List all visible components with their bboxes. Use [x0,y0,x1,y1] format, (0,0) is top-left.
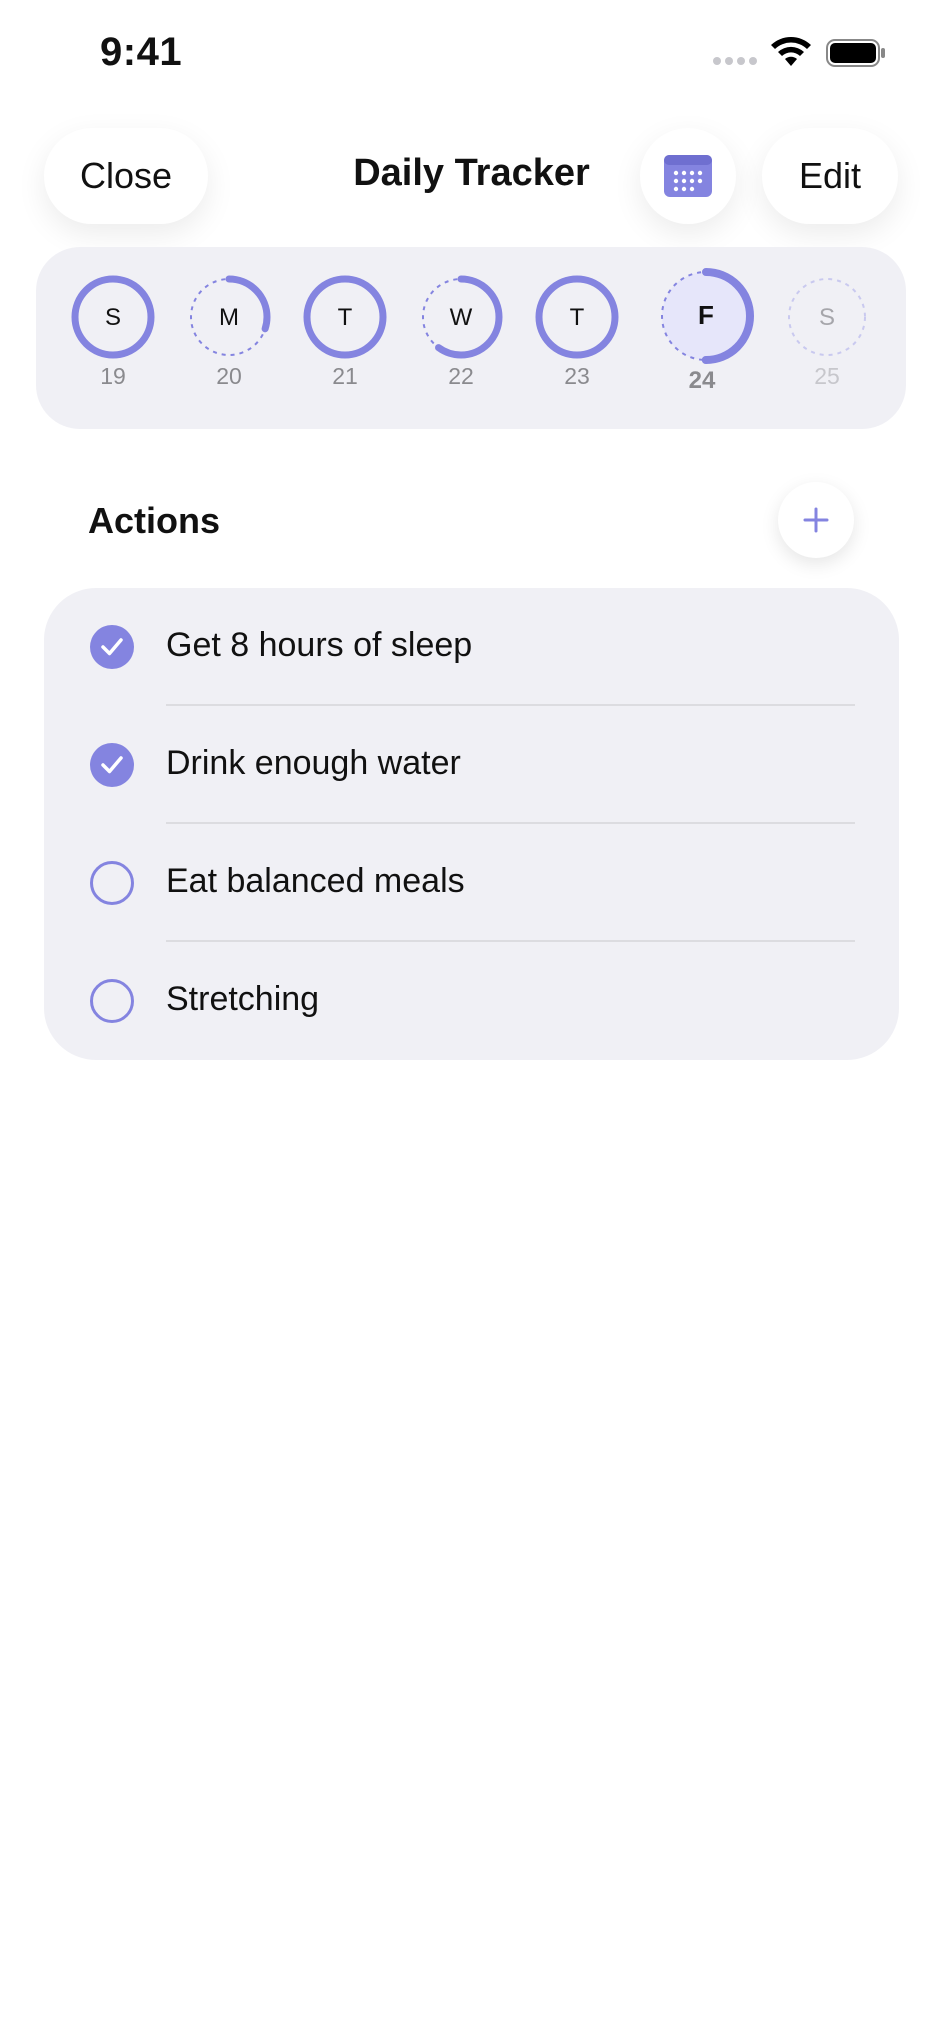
day-letter: T [338,304,353,331]
unchecked-circle-icon[interactable] [90,861,134,905]
day-20[interactable]: M 20 [184,275,274,390]
add-action-button[interactable] [778,482,854,558]
day-letter: F [698,300,714,330]
day-date: 23 [564,363,590,389]
actions-header: Actions [0,470,943,570]
day-22[interactable]: W 22 [416,275,506,390]
plus-icon [803,507,829,533]
unchecked-circle-icon[interactable] [90,979,134,1023]
week-strip: S 19 M 20 T 21 W 22 T 23 F 24 S 25 [36,247,906,429]
day-progress-ring: M [187,275,271,359]
checked-circle-icon[interactable] [90,743,134,787]
action-row[interactable]: Eat balanced meals [44,824,899,942]
calendar-button[interactable] [640,128,736,224]
actions-list: Get 8 hours of sleep Drink enough water Ea… [44,588,899,1060]
day-date: 25 [814,363,840,389]
action-row[interactable]: Get 8 hours of sleep [44,588,899,706]
action-row[interactable]: Drink enough water [44,706,899,824]
section-title: Actions [88,500,221,541]
edit-button[interactable]: Edit [762,128,898,224]
action-label: Eat balanced meals [166,862,465,900]
day-letter: W [450,304,473,331]
day-progress-ring: F [658,268,754,364]
day-letter: M [219,304,239,331]
day-25[interactable]: S 25 [782,275,872,390]
day-letter: S [105,304,121,331]
day-date: 22 [448,363,474,389]
day-date: 21 [332,363,358,389]
day-date: 19 [100,363,126,389]
day-letter: T [570,304,585,331]
day-progress-ring: W [419,275,503,359]
action-label: Drink enough water [166,744,461,782]
day-19[interactable]: S 19 [68,275,158,390]
day-23[interactable]: T 23 [532,275,622,390]
day-progress-ring: T [535,275,619,359]
day-progress-ring: S [788,278,866,356]
checked-circle-icon[interactable] [90,625,134,669]
status-bar: 9:41 [0,0,943,100]
wifi-icon [771,37,811,66]
day-progress-ring: S [71,275,155,359]
day-24[interactable]: F 24 [657,267,754,395]
navigation-bar: Close Daily Tracker Edit [0,110,943,250]
action-label: Get 8 hours of sleep [166,626,473,664]
cellular-signal-icon [713,57,757,65]
status-time: 9:41 [100,30,183,74]
day-21[interactable]: T 21 [300,275,390,390]
calendar-icon [664,155,712,197]
day-date: 24 [688,367,716,394]
day-date: 20 [216,363,242,389]
action-label: Stretching [166,980,320,1018]
day-progress-ring: T [303,275,387,359]
day-letter: S [819,304,835,331]
action-row[interactable]: Stretching [44,942,899,1060]
battery-icon [826,39,885,67]
